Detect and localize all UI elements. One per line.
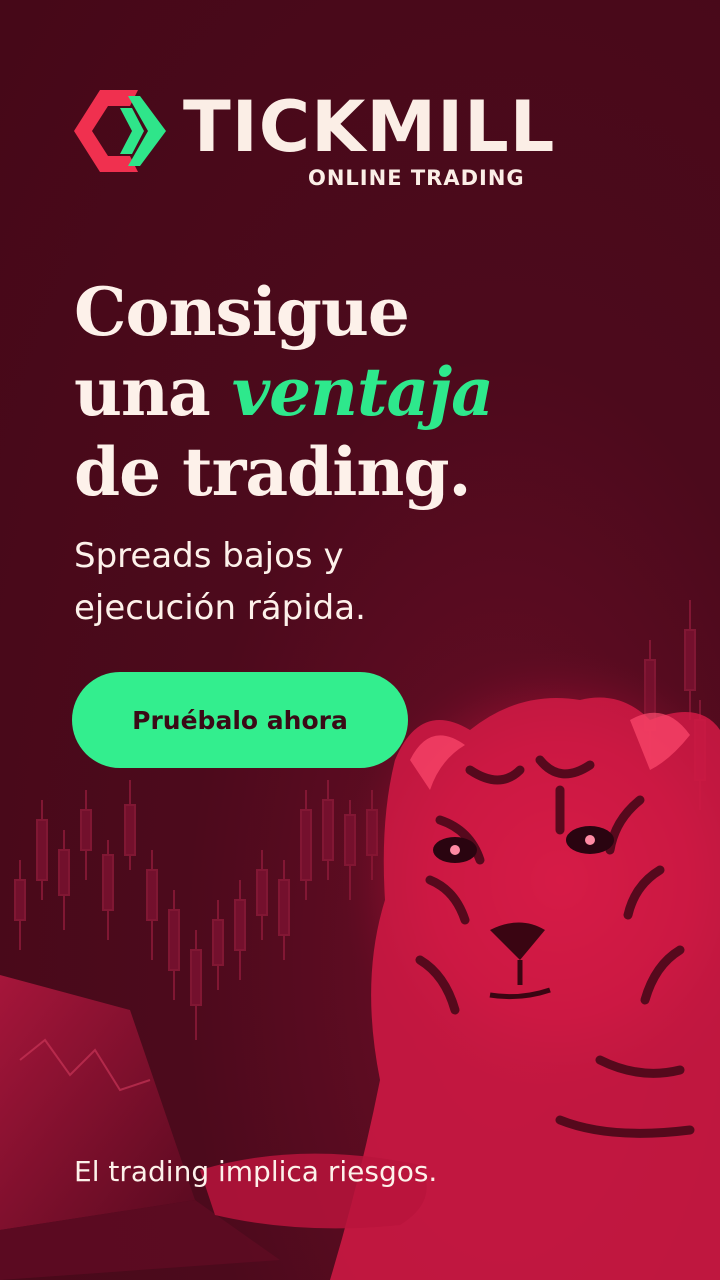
subheadline-line-1: Spreads bajos y <box>74 536 344 576</box>
brand-tagline: ONLINE TRADING <box>308 166 525 190</box>
headline-line-2: una ventaja <box>74 352 494 432</box>
try-now-button[interactable]: Pruébalo ahora <box>72 672 408 768</box>
subheadline-line-2: ejecución rápida. <box>74 588 366 628</box>
ad-banner: TICKMILL ONLINE TRADING Consigue una ven… <box>0 0 720 1280</box>
brand-name: TICKMILL <box>183 86 556 168</box>
headline-line-3: de trading. <box>74 433 471 511</box>
subheadline: Spreads bajos y ejecución rápida. <box>74 530 366 634</box>
tiger-chart-background <box>0 600 720 1280</box>
tickmill-logo-icon <box>74 90 166 172</box>
laptop-graphic <box>0 975 280 1280</box>
headline-line-2-prefix: una <box>74 353 232 431</box>
risk-disclaimer: El trading implica riesgos. <box>74 1155 438 1188</box>
headline-line-1: Consigue <box>74 273 410 351</box>
headline: Consigue una ventaja de trading. <box>74 272 494 512</box>
headline-accent-word: ventaja <box>231 353 494 431</box>
